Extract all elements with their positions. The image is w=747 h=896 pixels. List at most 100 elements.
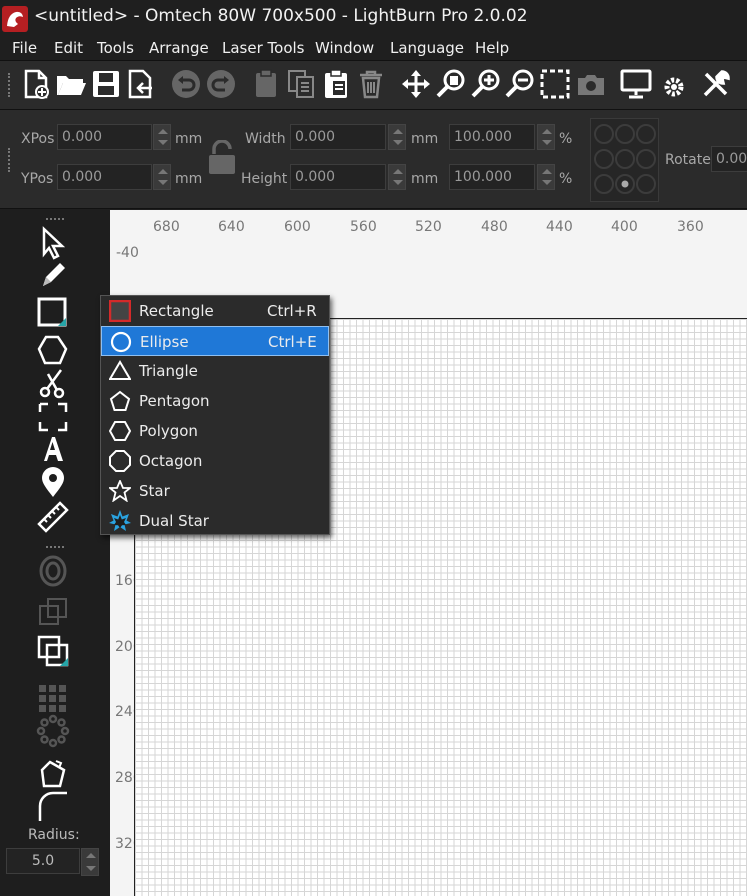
menu-item-label: Ellipse bbox=[140, 333, 189, 351]
dashed-box-icon[interactable] bbox=[36, 400, 70, 434]
menu-tools[interactable]: Tools bbox=[97, 39, 134, 57]
xpos-unit: mm bbox=[175, 131, 203, 147]
scale-y-spinner[interactable] bbox=[537, 164, 555, 190]
shape-flyout-menu: Rectangle Ctrl+R Ellipse Ctrl+E Triangle… bbox=[100, 295, 330, 535]
triangle-icon bbox=[108, 360, 132, 382]
octagon-icon bbox=[109, 450, 131, 472]
scale-y-input[interactable]: 100.000 bbox=[449, 164, 535, 190]
zoom-in-icon[interactable] bbox=[470, 68, 502, 100]
offset-shape-icon[interactable] bbox=[36, 554, 70, 588]
ypos-spinner[interactable] bbox=[153, 164, 171, 190]
save-icon[interactable] bbox=[90, 68, 122, 100]
menu-item-pentagon[interactable]: Pentagon bbox=[101, 386, 329, 416]
scale-x-spinner[interactable] bbox=[537, 124, 555, 150]
xpos-spinner[interactable] bbox=[153, 124, 171, 150]
import-icon[interactable] bbox=[124, 68, 156, 100]
ruler-tick-vertical: -40 bbox=[116, 245, 139, 261]
monitor-icon[interactable] bbox=[620, 68, 652, 100]
menu-item-dual-star[interactable]: Dual Star bbox=[101, 506, 329, 536]
ruler-tick: 680 bbox=[153, 219, 180, 235]
radius-input[interactable]: 5.0 bbox=[6, 848, 80, 874]
radius-spinner[interactable] bbox=[81, 848, 99, 876]
radius-label: Radius: bbox=[28, 827, 80, 843]
measure-ruler-icon[interactable] bbox=[36, 500, 70, 534]
menu-file[interactable]: File bbox=[12, 39, 37, 57]
open-folder-icon[interactable] bbox=[55, 68, 87, 100]
toolbar-grip[interactable] bbox=[8, 73, 14, 97]
move-icon[interactable] bbox=[400, 68, 432, 100]
new-file-icon[interactable] bbox=[20, 68, 52, 100]
pentagon-icon bbox=[109, 390, 131, 412]
zoom-to-page-icon[interactable] bbox=[435, 68, 467, 100]
width-label: Width bbox=[245, 131, 286, 147]
sidebar-grip[interactable] bbox=[46, 218, 64, 223]
scale-x-input[interactable]: 100.000 bbox=[449, 124, 535, 150]
pen-icon[interactable] bbox=[36, 258, 70, 292]
menu-item-octagon[interactable]: Octagon bbox=[101, 446, 329, 476]
edit-nodes-icon[interactable] bbox=[36, 758, 70, 792]
camera-icon[interactable] bbox=[575, 68, 607, 100]
ruler-tick: 560 bbox=[350, 219, 377, 235]
settings-icon[interactable] bbox=[663, 68, 695, 100]
rectangle-tool-icon[interactable] bbox=[36, 296, 70, 330]
width-spinner[interactable] bbox=[388, 124, 406, 150]
menu-help[interactable]: Help bbox=[475, 39, 509, 57]
ypos-input[interactable]: 0.000 bbox=[57, 164, 152, 190]
tools-sidebar: Radius: 5.0 bbox=[0, 210, 110, 896]
height-unit: mm bbox=[411, 171, 439, 187]
corner-radius-icon[interactable] bbox=[36, 790, 70, 824]
weld-icon[interactable] bbox=[36, 596, 70, 630]
grid-array-icon[interactable] bbox=[36, 682, 70, 716]
select-icon[interactable] bbox=[36, 226, 70, 260]
menu-item-label: Polygon bbox=[139, 422, 198, 440]
menu-window[interactable]: Window bbox=[315, 39, 374, 57]
paste-special-icon[interactable] bbox=[250, 68, 282, 100]
rotate-input[interactable]: 0.00 bbox=[711, 146, 747, 172]
window-title: <untitled> - Omtech 80W 700x500 - LightB… bbox=[34, 6, 528, 26]
menu-item-label: Rectangle bbox=[139, 302, 214, 320]
ruler-tick: 440 bbox=[546, 219, 573, 235]
xpos-input[interactable]: 0.000 bbox=[57, 124, 152, 150]
undo-icon[interactable] bbox=[170, 68, 202, 100]
menu-arrange[interactable]: Arrange bbox=[149, 39, 209, 57]
xpos-label: XPos bbox=[21, 131, 55, 147]
height-spinner[interactable] bbox=[388, 164, 406, 190]
width-input[interactable]: 0.000 bbox=[290, 124, 386, 150]
menu-bar: File Edit Tools Arrange Laser Tools Wind… bbox=[0, 36, 747, 60]
menu-edit[interactable]: Edit bbox=[54, 39, 83, 57]
menu-language[interactable]: Language bbox=[390, 39, 464, 57]
sidebar-grip-2[interactable] bbox=[46, 546, 64, 551]
rotate-label: Rotate bbox=[665, 152, 711, 168]
paste-icon[interactable] bbox=[320, 68, 352, 100]
menu-item-rectangle[interactable]: Rectangle Ctrl+R bbox=[101, 296, 329, 326]
menu-item-triangle[interactable]: Triangle bbox=[101, 356, 329, 386]
delete-icon[interactable] bbox=[355, 68, 387, 100]
menu-laser-tools[interactable]: Laser Tools bbox=[222, 39, 304, 57]
menu-item-ellipse[interactable]: Ellipse Ctrl+E bbox=[101, 326, 329, 356]
scale-x-percent: % bbox=[559, 131, 573, 147]
menu-item-shortcut: Ctrl+R bbox=[267, 302, 317, 320]
hexagon-icon bbox=[108, 420, 132, 442]
lock-ratio-icon[interactable] bbox=[206, 139, 238, 176]
menu-item-polygon[interactable]: Polygon bbox=[101, 416, 329, 446]
menu-item-label: Star bbox=[139, 482, 170, 500]
ypos-label: YPos bbox=[21, 171, 54, 187]
position-pin-icon[interactable] bbox=[36, 466, 70, 500]
circular-array-icon[interactable] bbox=[36, 714, 70, 748]
redo-icon[interactable] bbox=[205, 68, 237, 100]
tools-icon[interactable] bbox=[700, 68, 732, 100]
zoom-out-icon[interactable] bbox=[504, 68, 536, 100]
ruler-tick: 520 bbox=[415, 219, 442, 235]
numbar-grip[interactable] bbox=[8, 148, 14, 172]
menu-item-shortcut: Ctrl+E bbox=[268, 333, 317, 351]
zoom-to-selection-icon[interactable] bbox=[539, 68, 571, 100]
copy-icon[interactable] bbox=[285, 68, 317, 100]
text-tool-icon[interactable] bbox=[36, 432, 70, 466]
boolean-union-icon[interactable] bbox=[36, 634, 70, 668]
ruler-tick: 600 bbox=[284, 219, 311, 235]
height-input[interactable]: 0.000 bbox=[290, 164, 386, 190]
polygon-tool-icon[interactable] bbox=[36, 334, 70, 368]
scissors-icon[interactable] bbox=[36, 366, 70, 400]
ypos-unit: mm bbox=[175, 171, 203, 187]
menu-item-star[interactable]: Star bbox=[101, 476, 329, 506]
